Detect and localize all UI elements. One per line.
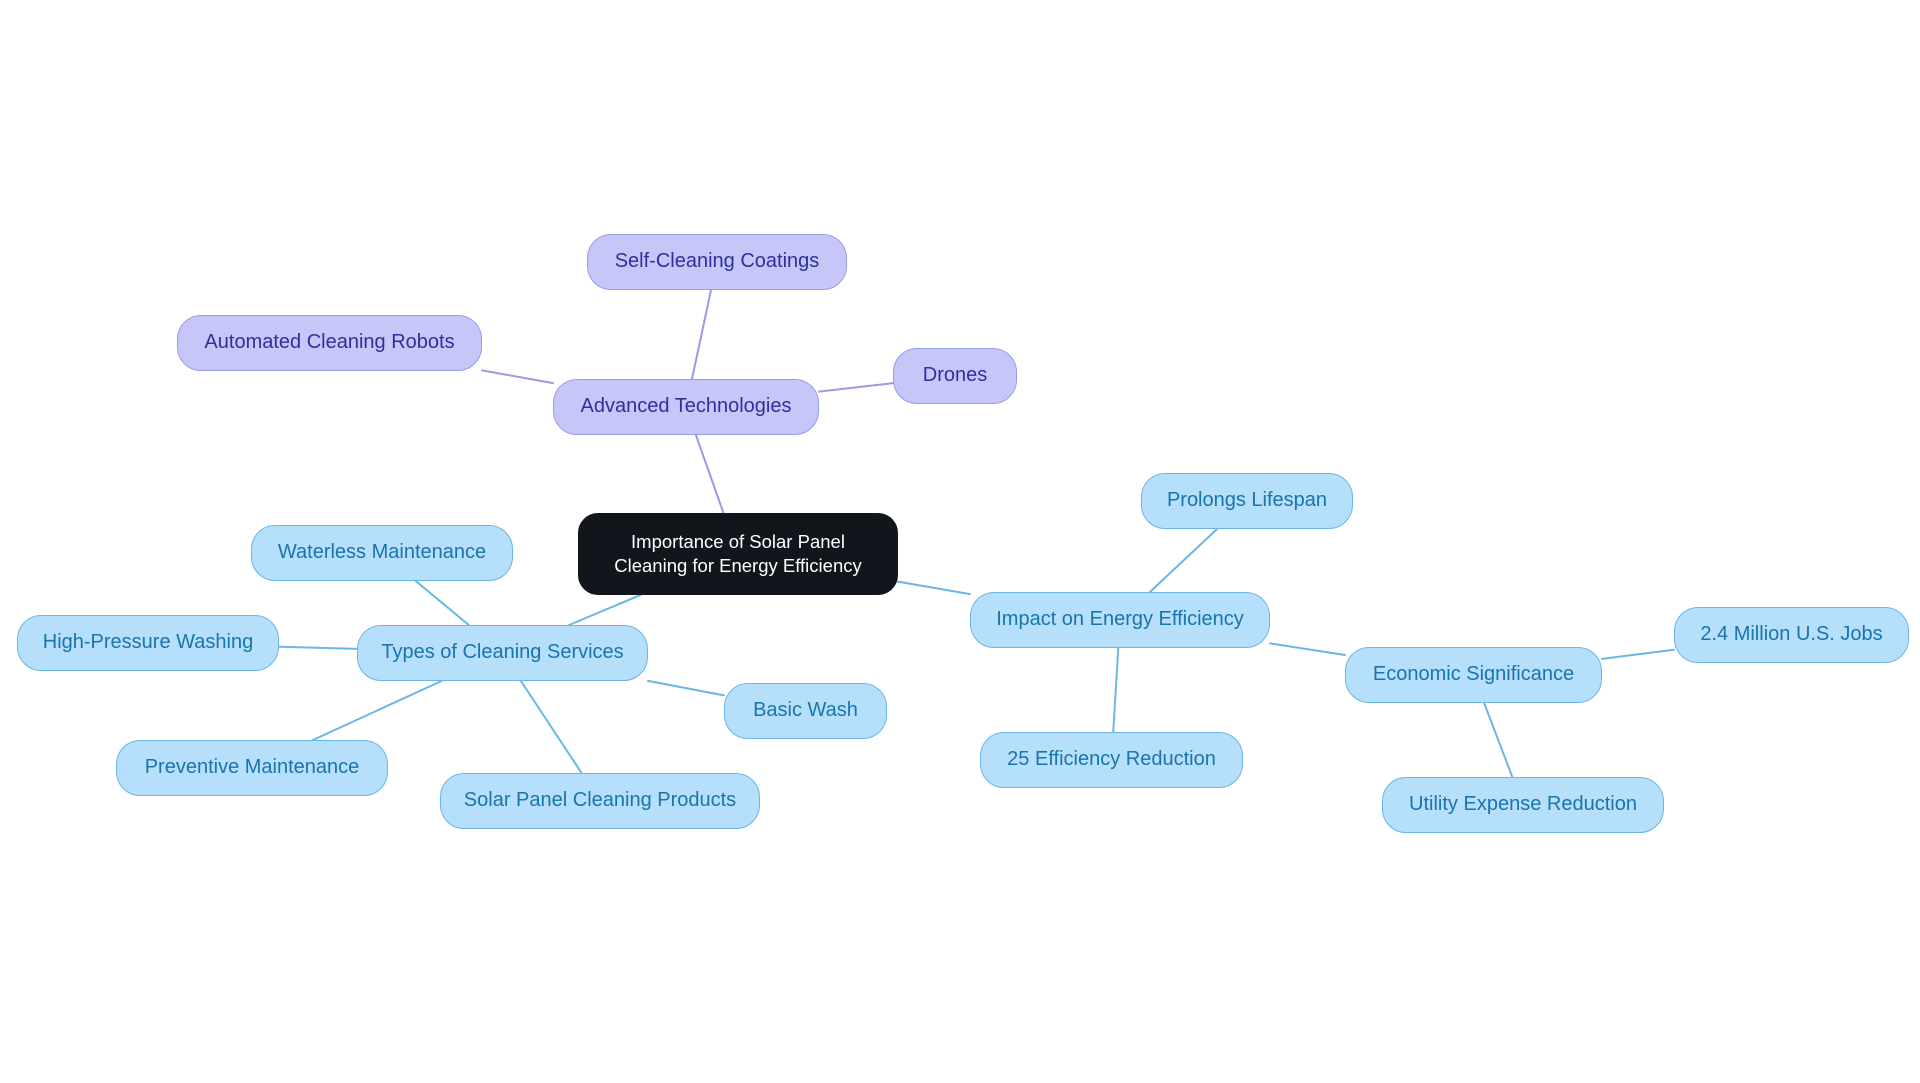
mindmap-edge-impact-on-energy-efficiency-to-efficiency-reduction	[1112, 647, 1120, 733]
mindmap-node-root[interactable]: Importance of Solar Panel Cleaning for E…	[578, 513, 898, 595]
mindmap-edge-root-to-impact-on-energy-efficiency	[897, 580, 971, 596]
mindmap-node-advanced-technologies[interactable]: Advanced Technologies	[553, 379, 819, 435]
mindmap-edge-economic-significance-to-million-us-jobs	[1601, 648, 1675, 660]
mindmap-edge-impact-on-energy-efficiency-to-prolongs-lifespan	[1148, 528, 1219, 593]
mindmap-node-preventive-maintenance[interactable]: Preventive Maintenance	[116, 740, 388, 796]
mindmap-edge-advanced-technologies-to-self-cleaning-coatings	[690, 289, 713, 380]
mindmap-node-utility-expense-reduction[interactable]: Utility Expense Reduction	[1382, 777, 1664, 833]
mindmap-node-economic-significance[interactable]: Economic Significance	[1345, 647, 1602, 703]
mindmap-edge-types-of-cleaning-services-to-preventive-maintenance	[311, 680, 443, 741]
mindmap-node-impact-on-energy-efficiency[interactable]: Impact on Energy Efficiency	[970, 592, 1270, 648]
mindmap-node-high-pressure-washing[interactable]: High-Pressure Washing	[17, 615, 279, 671]
mindmap-edge-types-of-cleaning-services-to-high-pressure-washing	[278, 645, 358, 650]
mindmap-node-drones[interactable]: Drones	[893, 348, 1017, 404]
mindmap-edge-types-of-cleaning-services-to-waterless-maintenance	[414, 580, 470, 626]
mindmap-node-automated-cleaning-robots[interactable]: Automated Cleaning Robots	[177, 315, 482, 371]
mindmap-node-types-of-cleaning-services[interactable]: Types of Cleaning Services	[357, 625, 648, 681]
mindmap-edge-types-of-cleaning-services-to-solar-panel-cleaning-products	[519, 680, 583, 774]
mindmap-node-basic-wash[interactable]: Basic Wash	[724, 683, 887, 739]
mindmap-node-million-us-jobs[interactable]: 2.4 Million U.S. Jobs	[1674, 607, 1909, 663]
mindmap-canvas: Importance of Solar Panel Cleaning for E…	[0, 0, 1920, 1083]
mindmap-edge-advanced-technologies-to-automated-cleaning-robots	[481, 369, 554, 385]
mindmap-edge-impact-on-energy-efficiency-to-economic-significance	[1269, 642, 1346, 657]
mindmap-edge-root-to-advanced-technologies	[694, 434, 725, 514]
mindmap-node-solar-panel-cleaning-products[interactable]: Solar Panel Cleaning Products	[440, 773, 760, 829]
mindmap-node-efficiency-reduction[interactable]: 25 Efficiency Reduction	[980, 732, 1243, 788]
mindmap-edge-root-to-types-of-cleaning-services	[568, 594, 642, 626]
mindmap-node-self-cleaning-coatings[interactable]: Self-Cleaning Coatings	[587, 234, 847, 290]
mindmap-edge-types-of-cleaning-services-to-basic-wash	[647, 679, 725, 697]
mindmap-edge-advanced-technologies-to-drones	[818, 382, 894, 393]
mindmap-node-prolongs-lifespan[interactable]: Prolongs Lifespan	[1141, 473, 1353, 529]
mindmap-edge-economic-significance-to-utility-expense-reduction	[1483, 702, 1514, 778]
mindmap-node-waterless-maintenance[interactable]: Waterless Maintenance	[251, 525, 513, 581]
